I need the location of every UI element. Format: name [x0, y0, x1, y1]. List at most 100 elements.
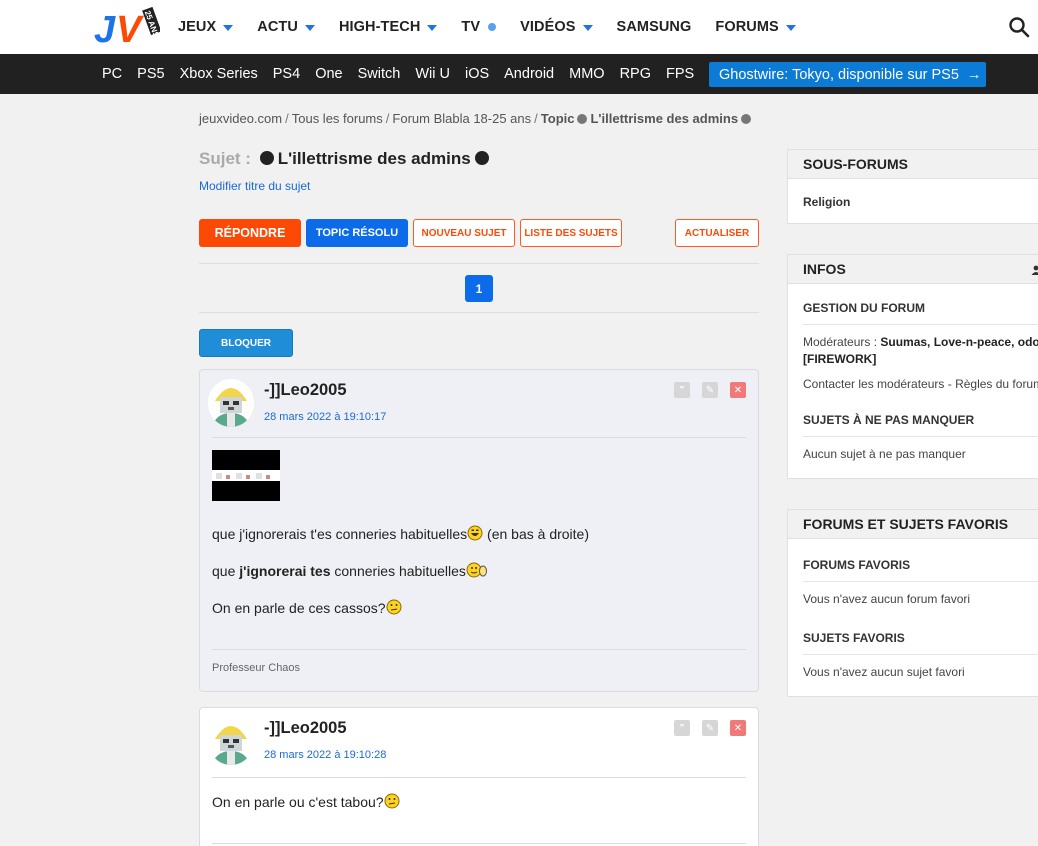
breadcrumb-topic-prefix: Topic — [540, 111, 575, 126]
chevron-down-icon — [223, 24, 234, 31]
post-divider — [212, 437, 746, 438]
logo-v: V — [116, 9, 144, 48]
reply-button[interactable]: RÉPONDRE — [199, 219, 301, 247]
platform-bar: PC PS5 Xbox Series PS4 One Switch Wii U iOS Andr… — [0, 54, 1038, 94]
avatar[interactable] — [208, 379, 254, 427]
nav-item-forums[interactable]: FORUMS — [715, 19, 796, 35]
dot-icon — [741, 114, 752, 124]
quote-icon[interactable]: " — [674, 720, 690, 736]
favorites-panel: FORUMS ET SUJETS FAVORIS FORUMS FAVORIS … — [787, 509, 1038, 697]
post-divider — [212, 843, 746, 844]
breadcrumb-all-forums[interactable]: Tous les forums — [292, 111, 383, 126]
subforum-link-religion[interactable]: Religion — [803, 195, 850, 209]
top-header: J V 25 ANS JEUX ACTU HIGH-TECH TV VIDÉOS SAMS… — [0, 0, 1038, 54]
post-divider — [212, 649, 746, 650]
user-icon[interactable] — [1031, 265, 1038, 275]
dot-icon — [474, 151, 489, 165]
platform-link-fps[interactable]: FPS — [666, 66, 694, 82]
chevron-down-icon — [304, 24, 315, 31]
breadcrumb-home[interactable]: jeuxvideo.com — [199, 111, 282, 126]
favorite-forums-empty-text: Vous n'avez aucun forum favori — [803, 592, 971, 606]
topic-resolved-button[interactable]: TOPIC RÉSOLU — [306, 219, 408, 247]
nav-item-tv[interactable]: TV — [461, 19, 497, 35]
forum-post: -]]Leo2005 28 mars 2022 à 19:10:28 " ✎ ✕… — [199, 707, 759, 846]
post-author[interactable]: -]]Leo2005 — [264, 381, 347, 400]
platform-link-ios[interactable]: iOS — [465, 66, 489, 82]
panel-title: INFOS — [788, 255, 1038, 284]
platform-link-android[interactable]: Android — [504, 66, 554, 82]
nav-item-high-tech[interactable]: HIGH-TECH — [339, 19, 438, 35]
section-title: FORUMS FAVORIS — [803, 558, 911, 572]
favorite-subjects-empty-text: Vous n'avez aucun sujet favori — [803, 665, 965, 679]
delete-icon[interactable]: ✕ — [730, 720, 746, 736]
platform-link-one[interactable]: One — [315, 66, 342, 82]
platform-link-wii-u[interactable]: Wii U — [415, 66, 450, 82]
post-date[interactable]: 28 mars 2022 à 19:10:17 — [264, 411, 386, 423]
promo-banner-link[interactable]: Ghostwire: Tokyo, disponible sur PS5 → — [709, 62, 986, 87]
divider — [199, 312, 759, 313]
platform-link-mmo[interactable]: MMO — [569, 66, 604, 82]
thinking-smiley-icon — [386, 599, 402, 615]
logo-j: J — [94, 9, 116, 48]
nav-item-samsung[interactable]: SAMSUNG — [617, 19, 692, 35]
platform-link-xbox-series[interactable]: Xbox Series — [180, 66, 258, 82]
post-line: On en parle de ces cassos? — [212, 599, 402, 616]
breadcrumb: jeuxvideo.com / Tous les forums / Forum Blab… — [199, 111, 754, 126]
edit-icon[interactable]: ✎ — [702, 382, 718, 398]
chevron-down-icon — [582, 24, 593, 31]
page-1-button[interactable]: 1 — [465, 275, 493, 302]
dot-icon — [577, 114, 588, 124]
search-icon[interactable] — [1008, 16, 1030, 38]
forum-post: -]]Leo2005 28 mars 2022 à 19:10:17 " ✎ ✕… — [199, 369, 759, 692]
nav-item-actu[interactable]: ACTU — [257, 19, 315, 35]
edit-icon[interactable]: ✎ — [702, 720, 718, 736]
platform-link-rpg[interactable]: RPG — [620, 66, 651, 82]
modify-title-link[interactable]: Modifier titre du sujet — [199, 179, 310, 193]
list-subjects-button[interactable]: LISTE DES SUJETS — [520, 219, 622, 247]
post-line: que j'ignorerais t'es conneries habituel… — [212, 525, 590, 542]
subforums-panel: SOUS-FORUMS Religion — [787, 149, 1038, 224]
post-author[interactable]: -]]Leo2005 — [264, 719, 347, 738]
infos-panel: INFOS GESTION DU FORUM Modérateurs : Suu… — [787, 254, 1038, 479]
platform-link-ps5[interactable]: PS5 — [137, 66, 164, 82]
avatar-image — [208, 717, 254, 765]
quote-icon[interactable]: " — [674, 382, 690, 398]
logo-badge: 25 ANS — [143, 9, 160, 39]
avatar[interactable] — [208, 717, 254, 765]
dot-icon — [259, 151, 274, 165]
nav-item-jeux[interactable]: JEUX — [178, 19, 234, 35]
post-date[interactable]: 28 mars 2022 à 19:10:28 — [264, 749, 386, 761]
post-image[interactable] — [212, 450, 280, 501]
post-signature: Professeur Chaos — [212, 662, 301, 674]
must-see-empty-text: Aucun sujet à ne pas manquer — [803, 447, 966, 461]
moderators-line-2[interactable]: [FIREWORK] — [803, 352, 876, 366]
divider — [199, 263, 759, 264]
arrow-right-icon: → — [966, 66, 982, 83]
section-title: GESTION DU FORUM — [803, 301, 925, 315]
post-actions: " ✎ ✕ — [662, 720, 746, 736]
block-button[interactable]: BLOQUER — [199, 329, 293, 357]
platform-links: PC PS5 Xbox Series PS4 One Switch Wii U iOS Andr… — [102, 54, 709, 94]
topic-label: Sujet : — [199, 149, 251, 168]
post-actions: " ✎ ✕ — [662, 382, 746, 398]
platform-link-pc[interactable]: PC — [102, 66, 122, 82]
jv-logo[interactable]: J V 25 ANS — [94, 6, 160, 48]
contact-moderators-link[interactable]: Contacter les modérateurs - Règles du fo… — [803, 377, 1038, 391]
panel-title: SOUS-FORUMS — [788, 150, 1038, 179]
delete-icon[interactable]: ✕ — [730, 382, 746, 398]
section-title: SUJETS À NE PAS MANQUER — [803, 413, 975, 427]
refresh-button[interactable]: ACTUALISER — [675, 219, 759, 247]
new-subject-button[interactable]: NOUVEAU SUJET — [413, 219, 515, 247]
moderators-names[interactable]: Suumas, Love-n-peace, odo — [880, 335, 1038, 349]
moderators-line: Modérateurs : Suumas, Love-n-peace, odo — [803, 335, 1038, 349]
platform-link-ps4[interactable]: PS4 — [273, 66, 300, 82]
main-nav: JEUX ACTU HIGH-TECH TV VIDÉOS SAMSUNG FORUMS — [178, 0, 820, 54]
laugh-smiley-icon — [467, 525, 483, 541]
platform-link-switch[interactable]: Switch — [358, 66, 401, 82]
bee-smiley-icon — [466, 562, 487, 578]
breadcrumb-forum[interactable]: Forum Blabla 18-25 ans — [392, 111, 531, 126]
live-dot-icon — [488, 23, 497, 31]
panel-title: FORUMS ET SUJETS FAVORIS — [788, 510, 1038, 539]
nav-item-vid-os[interactable]: VIDÉOS — [520, 19, 593, 35]
section-title: SUJETS FAVORIS — [803, 631, 905, 645]
